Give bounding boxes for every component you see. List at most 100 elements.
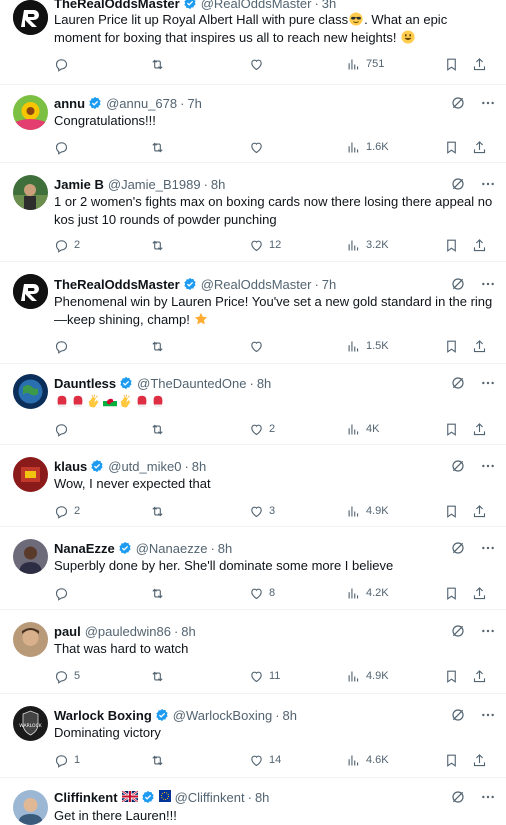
display-name[interactable]: klaus	[54, 459, 87, 474]
views-button[interactable]: 3.2K	[346, 236, 389, 254]
reply-button[interactable]	[54, 584, 74, 602]
share-button[interactable]	[472, 667, 487, 685]
views-button[interactable]: 4.6K	[346, 751, 389, 769]
more-icon[interactable]	[480, 375, 496, 391]
repost-button[interactable]	[150, 667, 170, 685]
repost-button[interactable]	[150, 138, 170, 156]
like-button[interactable]	[249, 337, 269, 355]
views-button[interactable]: 4.9K	[346, 502, 389, 520]
tweet-item[interactable]: TheRealOddsMaster @RealOddsMaster · 7h P…	[0, 262, 506, 364]
timestamp[interactable]: 8h	[211, 177, 225, 192]
tweet-item[interactable]: klaus @utd_mike0 · 8h Wow, I never expec…	[0, 445, 506, 527]
avatar[interactable]	[13, 622, 48, 657]
bookmark-button[interactable]	[444, 138, 459, 156]
user-handle[interactable]: @Jamie_B1989	[108, 177, 201, 192]
views-button[interactable]: 1.5K	[346, 337, 389, 355]
repost-button[interactable]	[150, 236, 170, 254]
tweet-item[interactable]: NanaEzze @Nanaezze · 8h Superbly done by…	[0, 527, 506, 610]
avatar[interactable]	[13, 175, 48, 210]
timestamp[interactable]: 3h	[322, 0, 336, 11]
avatar[interactable]	[13, 457, 48, 492]
tweet-item[interactable]: TheRealOddsMaster @RealOddsMaster · 3h L…	[0, 0, 506, 85]
reply-button[interactable]: 2	[54, 236, 80, 254]
user-handle[interactable]: @WarlockBoxing	[173, 708, 272, 723]
more-icon[interactable]	[480, 540, 496, 556]
timestamp[interactable]: 8h	[218, 541, 232, 556]
bookmark-button[interactable]	[444, 584, 459, 602]
avatar[interactable]	[13, 374, 48, 409]
user-handle[interactable]: @utd_mike0	[108, 459, 181, 474]
timestamp[interactable]: 8h	[257, 376, 271, 391]
like-button[interactable]: 11	[249, 667, 280, 685]
like-button[interactable]	[249, 55, 269, 73]
share-button[interactable]	[472, 236, 487, 254]
repost-button[interactable]	[150, 502, 170, 520]
tweet-item[interactable]: WARLOCK Warlock Boxing @WarlockBoxing · …	[0, 694, 506, 778]
bookmark-button[interactable]	[444, 236, 459, 254]
avatar[interactable]: WARLOCK	[13, 706, 48, 741]
timestamp[interactable]: 8h	[192, 459, 206, 474]
user-handle[interactable]: @TheDauntedOne	[137, 376, 246, 391]
user-handle[interactable]: @RealOddsMaster	[201, 277, 312, 292]
reply-button[interactable]	[54, 420, 74, 438]
views-button[interactable]: 4.2K	[346, 584, 389, 602]
share-button[interactable]	[472, 751, 487, 769]
grok-icon[interactable]	[450, 458, 466, 474]
more-icon[interactable]	[480, 789, 496, 805]
like-button[interactable]: 3	[249, 502, 275, 520]
user-handle[interactable]: @annu_678	[106, 96, 177, 111]
more-icon[interactable]	[480, 707, 496, 723]
display-name[interactable]: TheRealOddsMaster	[54, 277, 180, 292]
reply-button[interactable]: 1	[54, 751, 80, 769]
more-icon[interactable]	[480, 623, 496, 639]
display-name[interactable]: annu	[54, 96, 85, 111]
views-button[interactable]: 4.9K	[346, 667, 389, 685]
user-handle[interactable]: @Cliffinkent	[175, 790, 245, 805]
user-handle[interactable]: @pauledwin86	[85, 624, 171, 639]
grok-icon[interactable]	[450, 95, 466, 111]
share-button[interactable]	[472, 584, 487, 602]
timestamp[interactable]: 8h	[181, 624, 195, 639]
avatar[interactable]	[13, 790, 48, 825]
tweet-item[interactable]: Dauntless @TheDauntedOne · 8h 2 4K	[0, 364, 506, 445]
bookmark-button[interactable]	[444, 55, 459, 73]
user-handle[interactable]: @Nanaezze	[136, 541, 208, 556]
like-button[interactable]: 8	[249, 584, 275, 602]
user-handle[interactable]: @RealOddsMaster	[201, 0, 312, 11]
grok-icon[interactable]	[450, 176, 466, 192]
reply-button[interactable]: 5	[54, 667, 80, 685]
avatar[interactable]	[13, 95, 48, 130]
timestamp[interactable]: 8h	[283, 708, 297, 723]
more-icon[interactable]	[480, 276, 496, 292]
views-button[interactable]: 1.6K	[346, 138, 389, 156]
more-icon[interactable]	[480, 176, 496, 192]
display-name[interactable]: paul	[54, 624, 81, 639]
share-button[interactable]	[472, 337, 487, 355]
tweet-item[interactable]: Cliffinkent @Cliffinkent · 8h Get in the…	[0, 778, 506, 825]
like-button[interactable]: 2	[249, 420, 275, 438]
more-icon[interactable]	[480, 458, 496, 474]
grok-icon[interactable]	[450, 789, 466, 805]
tweet-item[interactable]: Jamie B @Jamie_B1989 · 8h 1 or 2 women's…	[0, 163, 506, 262]
reply-button[interactable]	[54, 55, 74, 73]
avatar[interactable]	[13, 0, 48, 35]
like-button[interactable]	[249, 138, 269, 156]
repost-button[interactable]	[150, 337, 170, 355]
display-name[interactable]: Dauntless	[54, 376, 116, 391]
bookmark-button[interactable]	[444, 502, 459, 520]
display-name[interactable]: Warlock Boxing	[54, 708, 152, 723]
display-name[interactable]: Cliffinkent	[54, 790, 118, 805]
grok-icon[interactable]	[450, 540, 466, 556]
like-button[interactable]: 14	[249, 751, 281, 769]
reply-button[interactable]	[54, 138, 74, 156]
share-button[interactable]	[472, 138, 487, 156]
repost-button[interactable]	[150, 751, 170, 769]
bookmark-button[interactable]	[444, 337, 459, 355]
bookmark-button[interactable]	[444, 420, 459, 438]
display-name[interactable]: TheRealOddsMaster	[54, 0, 180, 11]
avatar[interactable]	[13, 274, 48, 309]
grok-icon[interactable]	[450, 375, 466, 391]
views-button[interactable]: 4K	[346, 420, 379, 438]
avatar[interactable]	[13, 539, 48, 574]
timestamp[interactable]: 8h	[255, 790, 269, 805]
